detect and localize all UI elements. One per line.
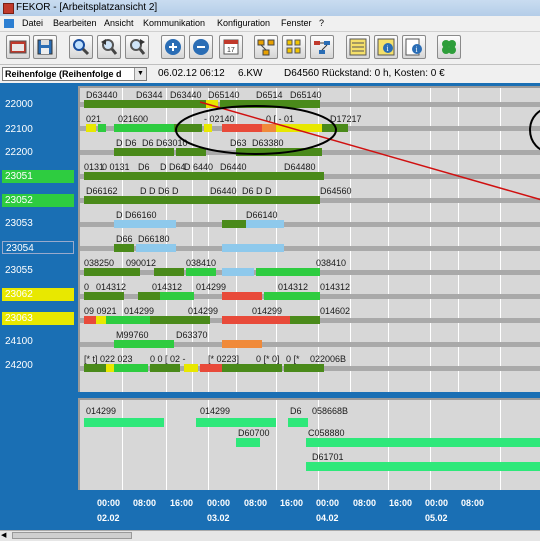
sequence-combo-value: Reihenfolge (Reihenfolge d [5,69,122,79]
resource-row[interactable]: 23051 [2,170,74,183]
list-icon[interactable] [346,35,370,59]
menu-konfiguration[interactable]: Konfiguration [215,16,272,31]
zoom-in-icon[interactable] [161,35,185,59]
resource-row[interactable]: 22100 [2,123,74,136]
resource-list: 22000 22100 22200 23051 23052 23053 2305… [0,86,76,392]
menu-help[interactable]: ? [317,16,326,31]
axis-tick-label: 08:00 [244,498,268,508]
resource-row[interactable]: 24100 [2,335,74,348]
clover-icon[interactable] [437,35,461,59]
resource-row[interactable]: 23054 [2,241,74,254]
menu-bar: Datei Bearbeiten Ansicht Kommunikation K… [0,16,540,32]
scrollbar-thumb[interactable] [12,532,132,539]
lower-gantt-label: 014299 [86,406,117,416]
zoom-out-icon[interactable] [189,35,213,59]
axis-date-label: 02.02 [97,513,120,523]
menu-fenster[interactable]: Fenster [279,16,314,31]
calendar-icon[interactable]: 17 [219,35,243,59]
resource-row[interactable]: 22000 [2,98,74,111]
lower-gantt-label: D61701 [312,452,344,462]
info-doc-icon[interactable]: i [402,35,426,59]
axis-tick-label: 16:00 [280,498,304,508]
horizontal-scrollbar[interactable]: ◀ [0,530,540,541]
lower-gantt-label: D6 [290,406,302,416]
axis-tick-label: 00:00 [425,498,449,508]
grid-icon[interactable] [282,35,306,59]
axis-tick-label: 08:00 [133,498,157,508]
resource-row[interactable]: 23062 [2,288,74,301]
new-window-icon[interactable] [6,35,30,59]
axis-tick-label: 00:00 [316,498,340,508]
svg-text:17: 17 [227,47,235,54]
app-icon [3,3,14,14]
axis-tick-label: 08:00 [353,498,377,508]
scroll-left-icon[interactable]: ◀ [1,532,6,540]
backlog-summary: D64560 Rückstand: 0 h, Kosten: 0 € [284,68,445,79]
chevron-down-icon[interactable]: ▼ [134,68,146,80]
title-bar: FEKOR - [Arbeitsplatzansicht 2] [0,0,540,16]
toolbar: 17 i i [0,32,540,65]
calendar-week: 6.KW [238,68,263,79]
resource-row[interactable]: 23053 [2,217,74,230]
lower-gantt-label: 058668B [312,406,349,416]
structure-icon[interactable] [254,35,278,59]
axis-date-label: 03.02 [207,513,230,523]
axis-date-label: 04.02 [316,513,339,523]
zoom-back-icon[interactable] [97,35,121,59]
menu-datei[interactable]: Datei [20,16,45,31]
annotation-overlay [175,101,540,201]
network-icon[interactable] [310,35,334,59]
zoom-icon[interactable] [69,35,93,59]
resource-row[interactable]: 23052 [2,194,74,207]
lower-gantt-label: C058880 [308,428,345,438]
system-menu-icon[interactable] [4,19,14,28]
sequence-combo[interactable]: Reihenfolge (Reihenfolge d ▼ [2,67,147,81]
menu-ansicht[interactable]: Ansicht [102,16,136,31]
axis-tick-label: 00:00 [97,498,121,508]
resource-row[interactable]: 22200 [2,146,74,159]
axis-tick-label: 08:00 [461,498,485,508]
resource-row[interactable]: 23055 [2,264,74,277]
resource-row[interactable]: 24200 [2,359,74,372]
axis-date-label: 05.02 [425,513,448,523]
zoom-forward-icon[interactable] [125,35,149,59]
gantt-chart[interactable]: D63440 D6344 D63440 D65140 D6514 D65140 … [78,86,540,392]
save-icon[interactable] [33,35,57,59]
axis-tick-label: 16:00 [389,498,413,508]
info-icon[interactable]: i [374,35,398,59]
axis-tick-label: 16:00 [170,498,194,508]
lower-gantt-label: D60700 [238,428,270,438]
window-title: FEKOR - [Arbeitsplatzansicht 2] [16,2,158,13]
axis-tick-label: 00:00 [207,498,231,508]
menu-bearbeiten[interactable]: Bearbeiten [51,16,99,31]
current-date: 06.02.12 06:12 [158,68,225,79]
resource-row[interactable]: 23063 [2,312,74,325]
status-row: Reihenfolge (Reihenfolge d ▼ 06.02.12 06… [0,65,540,83]
menu-kommunikation[interactable]: Kommunikation [141,16,207,31]
lower-gantt-panel[interactable]: 014299 014299 D6 058668B D60700 C058880 … [78,398,540,490]
lower-gantt-label: 014299 [200,406,231,416]
time-axis: 00:00 08:00 16:00 00:00 08:00 16:00 00:0… [0,492,540,532]
